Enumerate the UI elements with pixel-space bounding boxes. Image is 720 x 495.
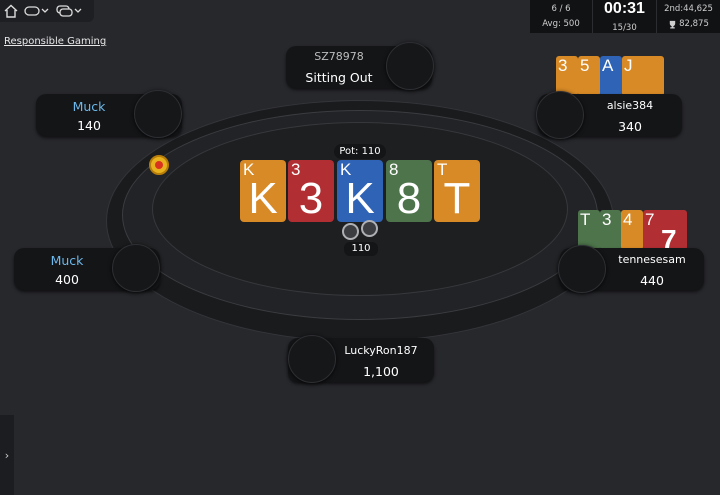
tables-icon[interactable]: [56, 4, 84, 18]
prize-pool: 82,875: [668, 19, 709, 29]
second-prize: 2nd:44,625: [664, 4, 713, 14]
hole-cards-upper-right: 3 5 A J: [556, 56, 666, 98]
seat-status: Sitting Out: [305, 70, 373, 85]
seat-name: alsie384: [606, 99, 654, 112]
tournament-stats: 6 / 6 Avg: 500 00:31 15/30 2nd:44,625 82…: [530, 0, 720, 33]
hole-card: 4: [621, 210, 643, 250]
trophy-icon: [669, 20, 676, 29]
avatar[interactable]: [288, 335, 336, 383]
side-panel-toggle[interactable]: ›: [0, 415, 14, 495]
seat-stack: 140: [77, 118, 101, 133]
avatar[interactable]: [112, 244, 160, 292]
chip-icon: [361, 220, 378, 237]
avatar[interactable]: [558, 245, 606, 293]
seat-stack: 1,100: [363, 364, 399, 379]
seat-stack: 400: [55, 272, 79, 287]
seat-name: SZ78978: [314, 50, 364, 63]
chip-icon: [342, 223, 359, 240]
board-card: TT: [434, 160, 480, 223]
average-stack: Avg: 500: [542, 19, 580, 29]
seat-action: Muck: [50, 253, 84, 268]
board-card: KK: [337, 160, 383, 223]
home-icon[interactable]: [4, 4, 18, 18]
avatar[interactable]: [386, 42, 434, 90]
seat-name: LuckyRon187: [344, 344, 418, 357]
avatar[interactable]: [134, 90, 182, 138]
avatar[interactable]: [536, 91, 584, 139]
hole-cards-right: T 3 4 7 7: [578, 210, 688, 255]
level-timer: 00:31: [604, 0, 645, 17]
hole-card: 7 7: [643, 210, 687, 255]
hole-card: 5: [578, 56, 600, 96]
seat-name: tennesesam: [618, 253, 686, 266]
hole-card: T: [578, 210, 600, 250]
hole-card: 3: [556, 56, 578, 96]
responsible-gaming-link[interactable]: Responsible Gaming: [4, 36, 106, 47]
chevron-right-icon: ›: [4, 448, 10, 462]
pot-label: Pot: 110: [334, 144, 386, 159]
players-count: 6 / 6: [551, 4, 571, 14]
seat-action: Muck: [72, 99, 106, 114]
board-card: KK: [240, 160, 286, 223]
dealer-button: [149, 155, 169, 175]
bet-amount: 110: [344, 242, 378, 256]
blinds-level: 15/30: [612, 23, 637, 33]
seat-stack: 440: [640, 273, 664, 288]
hole-card: J: [622, 56, 664, 96]
top-toolbar: [0, 0, 94, 22]
hole-card: 3: [600, 210, 621, 250]
seat-stack: 340: [618, 119, 642, 134]
hole-card: A: [600, 56, 622, 96]
chat-icon[interactable]: [24, 5, 50, 17]
board-card: 33: [288, 160, 334, 223]
board-card: 88: [386, 160, 432, 223]
